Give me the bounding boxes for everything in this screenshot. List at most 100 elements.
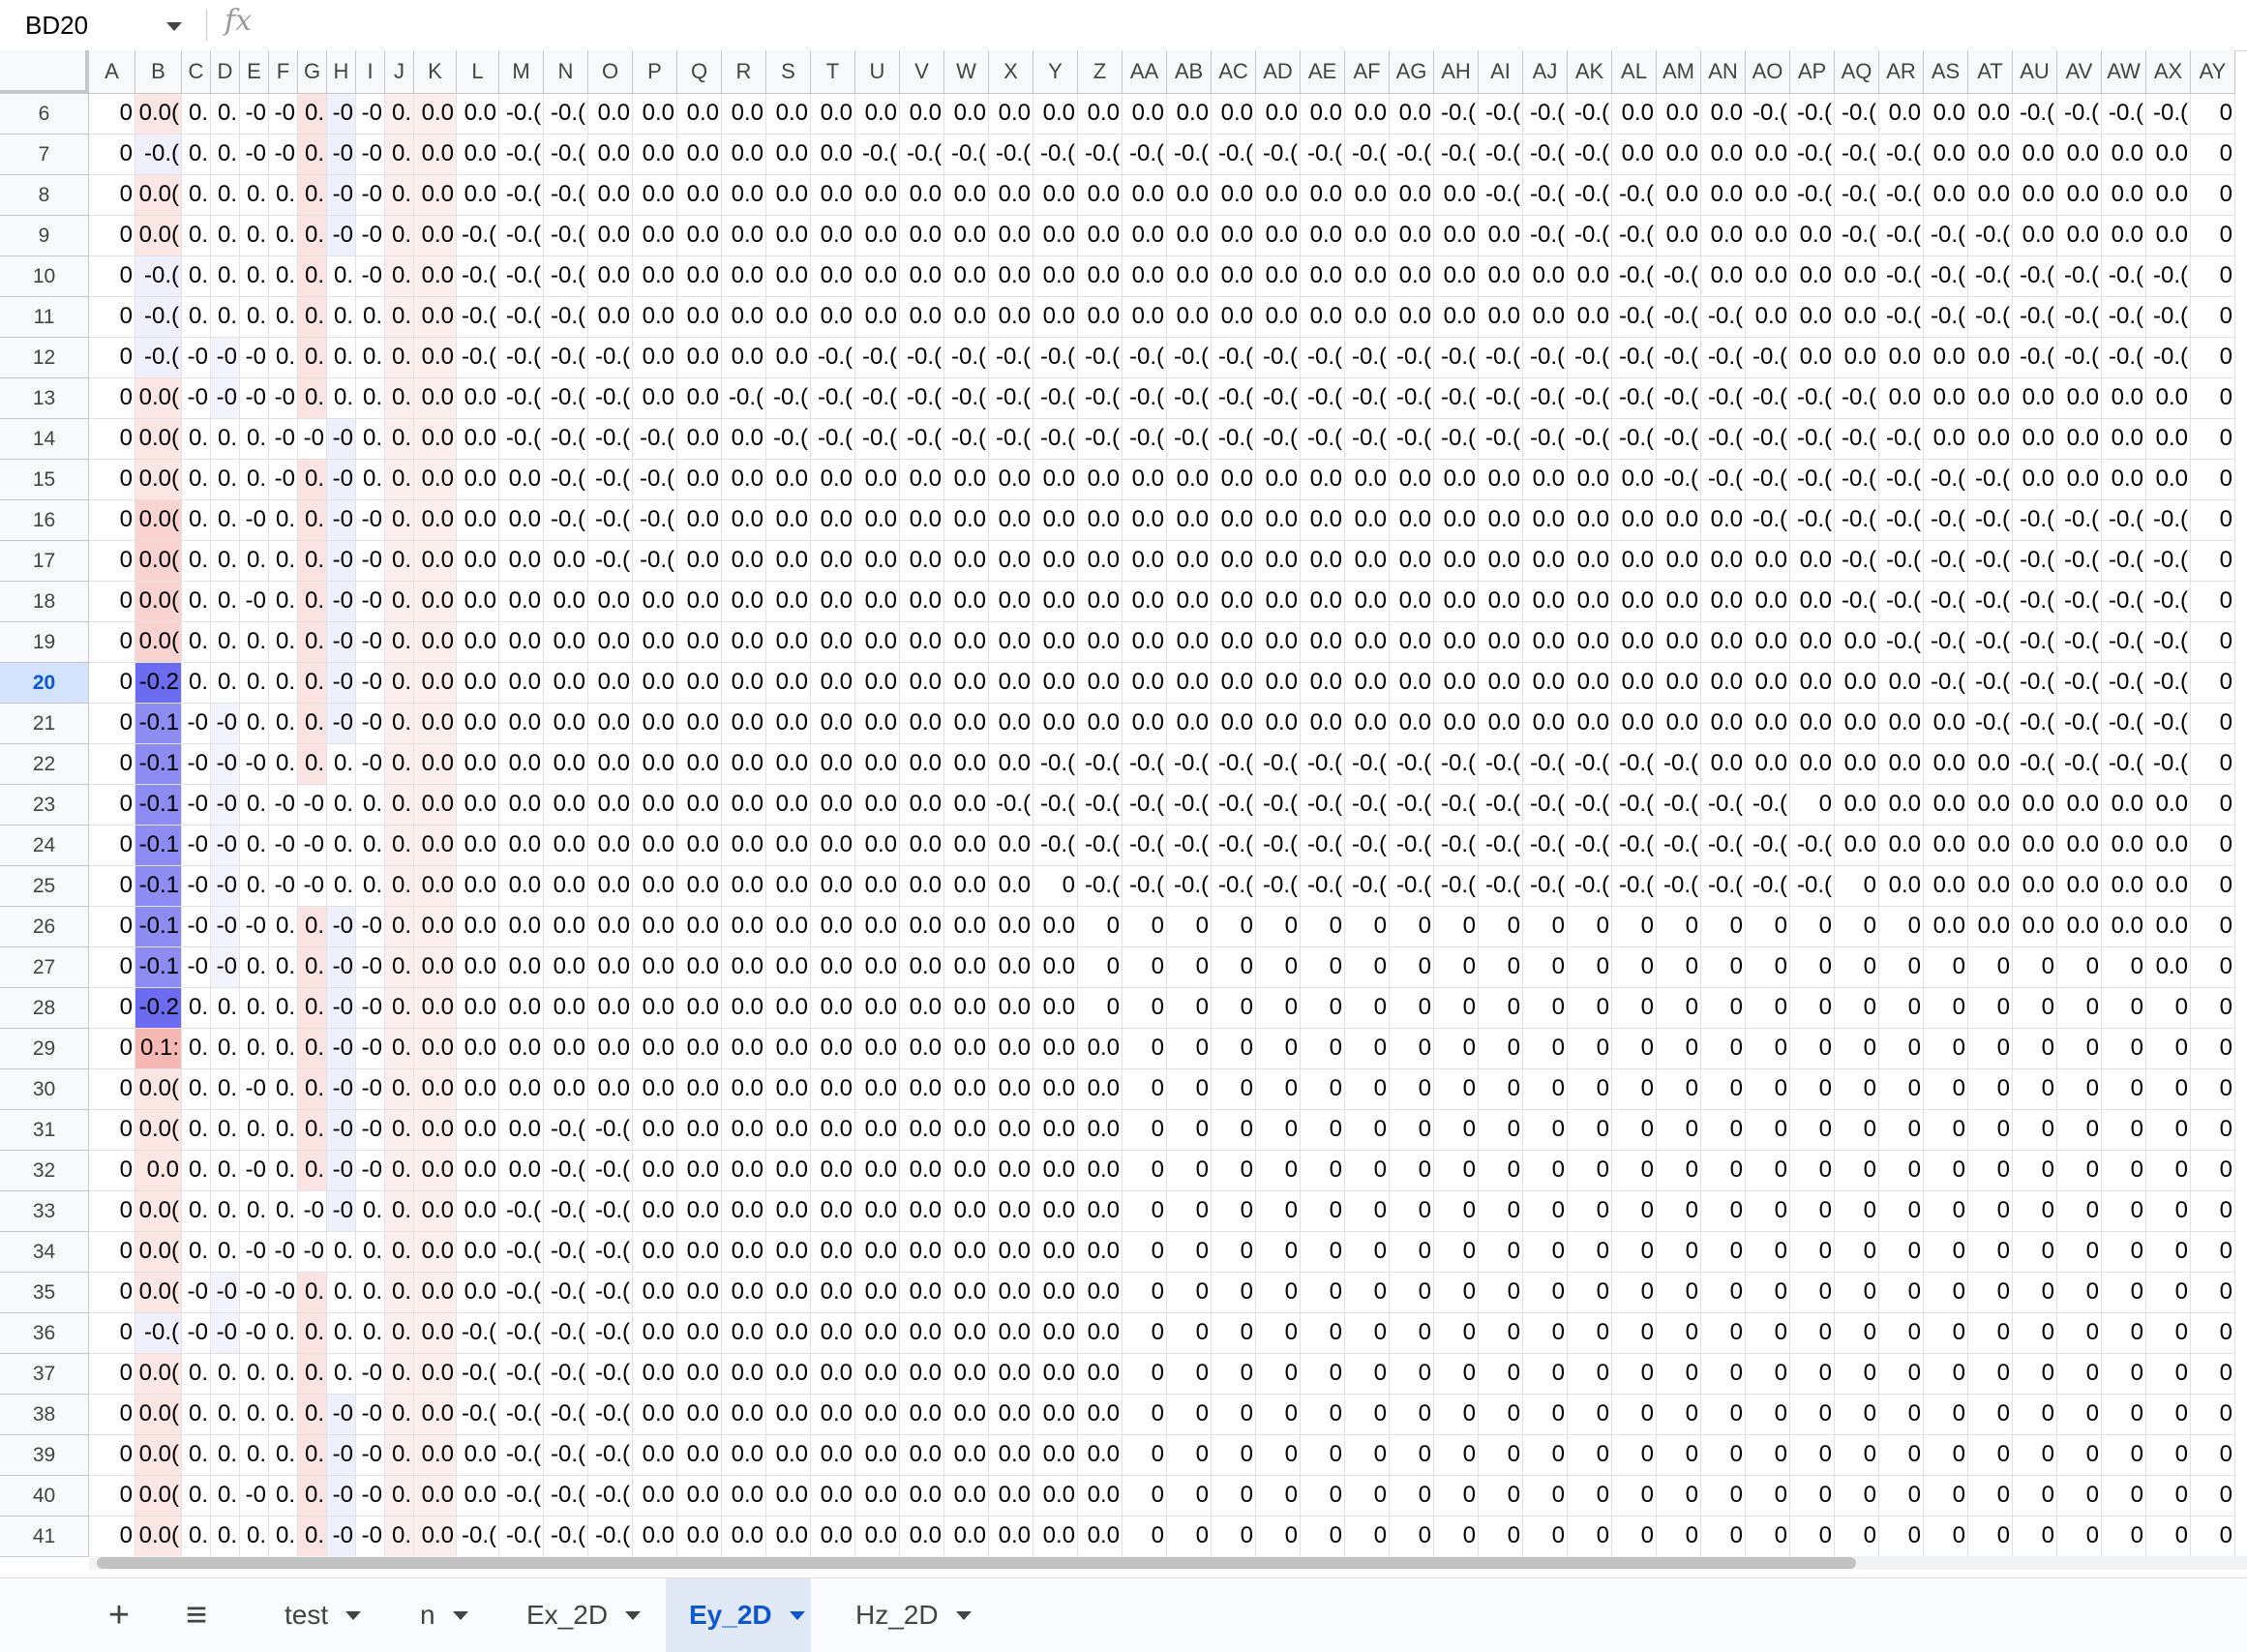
cell-b25[interactable]: -0.1 (135, 866, 182, 907)
cell-o21[interactable]: 0.0 (588, 704, 633, 744)
cell-n29[interactable]: 0.0 (544, 1029, 588, 1069)
cell-k16[interactable]: 0.0 (414, 500, 457, 541)
cell-w25[interactable]: 0.0 (944, 866, 989, 907)
cell-ad39[interactable]: 0 (1256, 1435, 1301, 1476)
cell-au18[interactable]: -0.( (2013, 582, 2057, 622)
cell-q33[interactable]: 0.0 (677, 1191, 722, 1232)
cell-j15[interactable]: 0. (385, 460, 414, 500)
cell-o8[interactable]: 0.0 (588, 175, 633, 216)
chevron-down-icon[interactable] (625, 1610, 642, 1620)
cell-r41[interactable]: 0.0 (722, 1517, 766, 1557)
cell-u29[interactable]: 0.0 (855, 1029, 900, 1069)
cell-ae9[interactable]: 0.0 (1301, 216, 1345, 256)
cell-ar34[interactable]: 0 (1879, 1232, 1924, 1273)
cell-b13[interactable]: 0.0( (135, 378, 182, 419)
cell-am24[interactable]: -0.( (1657, 826, 1701, 866)
cell-z17[interactable]: 0.0 (1078, 541, 1123, 582)
cell-b34[interactable]: 0.0( (135, 1232, 182, 1273)
cell-al18[interactable]: 0.0 (1612, 582, 1657, 622)
cell-ad26[interactable]: 0 (1256, 907, 1301, 947)
cell-y27[interactable]: 0.0 (1034, 947, 1078, 988)
cell-ac32[interactable]: 0 (1212, 1151, 1256, 1191)
cell-aw35[interactable]: 0 (2102, 1273, 2146, 1313)
cell-j20[interactable]: 0. (385, 663, 414, 704)
cell-ak27[interactable]: 0 (1568, 947, 1612, 988)
cell-aa29[interactable]: 0 (1123, 1029, 1167, 1069)
cell-ap13[interactable]: -0.( (1790, 378, 1835, 419)
cell-ag11[interactable]: 0.0 (1390, 297, 1434, 338)
cell-w39[interactable]: 0.0 (944, 1435, 989, 1476)
cell-p7[interactable]: 0.0 (633, 135, 677, 175)
cell-j31[interactable]: 0. (385, 1110, 414, 1151)
cell-ag17[interactable]: 0.0 (1390, 541, 1434, 582)
cell-e37[interactable]: 0. (240, 1354, 269, 1395)
cell-u35[interactable]: 0.0 (855, 1273, 900, 1313)
cell-e19[interactable]: 0. (240, 622, 269, 663)
cell-aq28[interactable]: 0 (1835, 988, 1879, 1029)
cell-v32[interactable]: 0.0 (900, 1151, 944, 1191)
row-header-12[interactable]: 12 (0, 338, 89, 378)
cell-h21[interactable]: -0 (327, 704, 356, 744)
cell-n16[interactable]: -0.( (544, 500, 588, 541)
cell-t6[interactable]: 0.0 (811, 94, 855, 135)
cell-m20[interactable]: 0.0 (499, 663, 544, 704)
cell-as36[interactable]: 0 (1924, 1313, 1968, 1354)
cell-ax23[interactable]: 0.0 (2146, 785, 2191, 826)
cell-z31[interactable]: 0.0 (1078, 1110, 1123, 1151)
cell-m34[interactable]: -0.( (499, 1232, 544, 1273)
cell-l13[interactable]: 0.0 (457, 378, 499, 419)
column-header-at[interactable]: AT (1968, 50, 2013, 94)
cell-e14[interactable]: 0. (240, 419, 269, 460)
cell-an24[interactable]: -0.( (1701, 826, 1746, 866)
cell-ak26[interactable]: 0 (1568, 907, 1612, 947)
row-header-29[interactable]: 29 (0, 1029, 89, 1069)
row-header-41[interactable]: 41 (0, 1517, 89, 1557)
cell-aj41[interactable]: 0 (1523, 1517, 1568, 1557)
cell-n24[interactable]: 0.0 (544, 826, 588, 866)
cell-u40[interactable]: 0.0 (855, 1476, 900, 1517)
cell-at6[interactable]: 0.0 (1968, 94, 2013, 135)
cell-af15[interactable]: 0.0 (1345, 460, 1390, 500)
cell-g21[interactable]: 0. (298, 704, 327, 744)
cell-p13[interactable]: 0.0 (633, 378, 677, 419)
cell-aa17[interactable]: 0.0 (1123, 541, 1167, 582)
cell-o6[interactable]: 0.0 (588, 94, 633, 135)
cell-aq18[interactable]: -0.( (1835, 582, 1879, 622)
cell-at36[interactable]: 0 (1968, 1313, 2013, 1354)
cell-x33[interactable]: 0.0 (989, 1191, 1034, 1232)
cell-af39[interactable]: 0 (1345, 1435, 1390, 1476)
cell-z29[interactable]: 0.0 (1078, 1029, 1123, 1069)
cell-g25[interactable]: -0 (298, 866, 327, 907)
cell-af17[interactable]: 0.0 (1345, 541, 1390, 582)
cell-x40[interactable]: 0.0 (989, 1476, 1034, 1517)
cell-m36[interactable]: -0.( (499, 1313, 544, 1354)
cell-v20[interactable]: 0.0 (900, 663, 944, 704)
cell-m9[interactable]: -0.( (499, 216, 544, 256)
cell-ag21[interactable]: 0.0 (1390, 704, 1434, 744)
cell-b38[interactable]: 0.0( (135, 1395, 182, 1435)
cell-ae25[interactable]: -0.( (1301, 866, 1345, 907)
cell-am41[interactable]: 0 (1657, 1517, 1701, 1557)
cell-e9[interactable]: 0. (240, 216, 269, 256)
column-header-aq[interactable]: AQ (1835, 50, 1879, 94)
cell-aa12[interactable]: -0.( (1123, 338, 1167, 378)
cell-ax10[interactable]: -0.( (2146, 256, 2191, 297)
cell-p16[interactable]: -0.( (633, 500, 677, 541)
cell-ab17[interactable]: 0.0 (1167, 541, 1212, 582)
cell-c24[interactable]: -0 (182, 826, 211, 866)
cell-ax35[interactable]: 0 (2146, 1273, 2191, 1313)
cell-al30[interactable]: 0 (1612, 1069, 1657, 1110)
cell-al7[interactable]: 0.0 (1612, 135, 1657, 175)
column-header-aw[interactable]: AW (2102, 50, 2146, 94)
cell-au30[interactable]: 0 (2013, 1069, 2057, 1110)
cell-af19[interactable]: 0.0 (1345, 622, 1390, 663)
cell-ag25[interactable]: -0.( (1390, 866, 1434, 907)
cell-al35[interactable]: 0 (1612, 1273, 1657, 1313)
column-header-aa[interactable]: AA (1123, 50, 1167, 94)
cell-z16[interactable]: 0.0 (1078, 500, 1123, 541)
cell-v15[interactable]: 0.0 (900, 460, 944, 500)
cell-q40[interactable]: 0.0 (677, 1476, 722, 1517)
cell-g27[interactable]: 0. (298, 947, 327, 988)
cell-b7[interactable]: -0.( (135, 135, 182, 175)
cell-o29[interactable]: 0.0 (588, 1029, 633, 1069)
